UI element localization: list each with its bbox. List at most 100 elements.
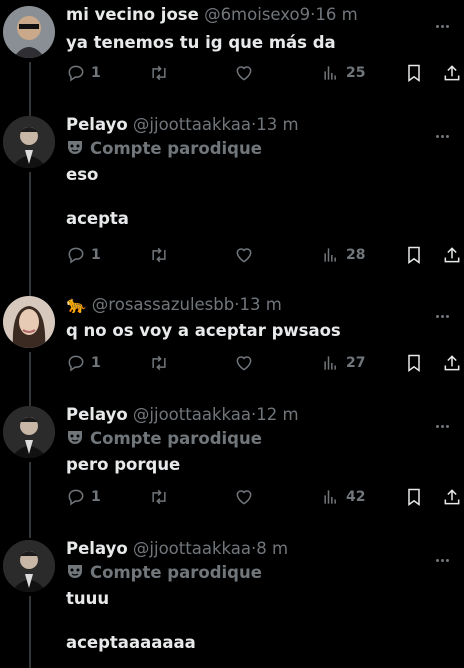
share-icon xyxy=(444,65,460,81)
more-icon[interactable] xyxy=(436,413,454,428)
user-handle[interactable]: @6moisexo9 xyxy=(204,5,310,24)
heart-icon xyxy=(236,356,252,371)
bookmark-icon xyxy=(408,246,420,264)
tweet-text: eso acepta xyxy=(66,165,129,228)
more-icon[interactable] xyxy=(436,547,454,562)
bookmark-button[interactable] xyxy=(404,62,424,84)
avatar[interactable] xyxy=(3,6,55,58)
tweet-text: tuuu aceptaaaaaaa xyxy=(66,589,196,652)
tweet-actions: 1 25 xyxy=(66,62,464,84)
more-icon[interactable] xyxy=(436,13,454,28)
tweet-header: 🐆 @rosassazulesbb·13 m xyxy=(66,294,282,316)
like-button[interactable] xyxy=(234,352,254,374)
user-handle[interactable]: @jjoottaakkaa xyxy=(133,115,251,134)
views-count: 27 xyxy=(346,355,366,371)
bookmark-button[interactable] xyxy=(404,486,424,508)
share-button[interactable] xyxy=(442,62,462,84)
bookmark-button[interactable] xyxy=(404,352,424,374)
tweet[interactable]: Pelayo @jjoottaakkaa·13 m Compte parodiq… xyxy=(0,110,464,290)
tweet[interactable]: 🐆 @rosassazulesbb·13 m q no os voy a ace… xyxy=(0,290,464,400)
display-name[interactable]: Pelayo xyxy=(66,115,128,134)
display-name[interactable]: Pelayo xyxy=(66,539,128,558)
views-button[interactable]: 42 xyxy=(321,486,365,508)
parody-text: Compte parodique xyxy=(90,139,262,158)
avatar[interactable] xyxy=(3,116,55,168)
parody-label: Compte parodique xyxy=(66,428,262,450)
retweet-button[interactable] xyxy=(149,244,169,266)
views-count: 28 xyxy=(346,247,366,263)
reply-button[interactable]: 1 xyxy=(66,486,101,508)
more-icon[interactable] xyxy=(436,303,454,318)
views-count: 42 xyxy=(346,489,366,505)
more-icon[interactable] xyxy=(436,123,454,138)
avatar[interactable] xyxy=(3,296,55,348)
tweet[interactable]: mi vecino jose @6moisexo9·16 m ya tenemo… xyxy=(0,0,464,110)
views-icon xyxy=(324,66,336,80)
views-button[interactable]: 25 xyxy=(321,62,365,84)
tweet-text: q no os voy a aceptar pwsaos xyxy=(66,321,341,340)
like-button[interactable] xyxy=(234,244,254,266)
views-icon xyxy=(324,490,336,504)
display-name[interactable]: 🐆 xyxy=(66,295,87,314)
retweet-button[interactable] xyxy=(149,62,169,84)
tweet[interactable]: Pelayo @jjoottaakkaa·12 m Compte parodiq… xyxy=(0,400,464,534)
reply-icon xyxy=(68,355,84,372)
reply-icon xyxy=(68,65,84,82)
reply-button[interactable]: 1 xyxy=(66,244,101,266)
reply-count: 1 xyxy=(91,355,101,371)
reply-icon xyxy=(68,489,84,506)
heart-icon xyxy=(236,490,252,505)
tweet[interactable]: Pelayo @jjoottaakkaa·8 m Compte parodiqu… xyxy=(0,534,464,668)
like-button[interactable] xyxy=(234,62,254,84)
views-icon xyxy=(324,356,336,370)
share-button[interactable] xyxy=(442,244,462,266)
retweet-button[interactable] xyxy=(149,486,169,508)
share-button[interactable] xyxy=(442,352,462,374)
parody-text: Compte parodique xyxy=(90,563,262,582)
timestamp[interactable]: 12 m xyxy=(256,405,298,424)
timestamp[interactable]: 13 m xyxy=(256,115,298,134)
reply-button[interactable]: 1 xyxy=(66,62,101,84)
reply-icon xyxy=(68,247,84,264)
user-handle[interactable]: @jjoottaakkaa xyxy=(133,539,251,558)
reply-button[interactable]: 1 xyxy=(66,352,101,374)
share-button[interactable] xyxy=(442,486,462,508)
timestamp[interactable]: 16 m xyxy=(315,5,357,24)
views-button[interactable]: 27 xyxy=(321,352,365,374)
reply-count: 1 xyxy=(91,65,101,81)
like-button[interactable] xyxy=(234,486,254,508)
tweet-actions: 1 27 xyxy=(66,352,464,374)
parody-mask-icon xyxy=(68,431,82,444)
avatar[interactable] xyxy=(3,540,55,592)
retweet-icon xyxy=(152,489,166,505)
tweet-text: ya tenemos tu ig que más da xyxy=(66,33,336,52)
parody-text: Compte parodique xyxy=(90,429,262,448)
bookmark-button[interactable] xyxy=(404,244,424,266)
views-icon xyxy=(324,248,336,262)
parody-mask-icon xyxy=(68,141,82,154)
tweet-header: Pelayo @jjoottaakkaa·13 m xyxy=(66,114,299,136)
retweet-button[interactable] xyxy=(149,352,169,374)
reply-count: 1 xyxy=(91,247,101,263)
timestamp[interactable]: 8 m xyxy=(256,539,288,558)
avatar[interactable] xyxy=(3,406,55,458)
display-name[interactable]: Pelayo xyxy=(66,405,128,424)
heart-icon xyxy=(236,66,252,81)
share-icon xyxy=(444,247,460,263)
timestamp[interactable]: 13 m xyxy=(239,295,281,314)
retweet-icon xyxy=(152,65,166,81)
views-button[interactable]: 28 xyxy=(321,244,365,266)
views-count: 25 xyxy=(346,65,366,81)
user-handle[interactable]: @rosassazulesbb xyxy=(92,295,234,314)
tweet-header: Pelayo @jjoottaakkaa·8 m xyxy=(66,538,288,560)
parody-label: Compte parodique xyxy=(66,562,262,584)
retweet-icon xyxy=(152,355,166,371)
tweet-header: mi vecino jose @6moisexo9·16 m xyxy=(66,4,358,26)
reply-count: 1 xyxy=(91,489,101,505)
display-name[interactable]: mi vecino jose xyxy=(66,5,199,24)
tweet-text: pero porque xyxy=(66,455,181,474)
user-handle[interactable]: @jjoottaakkaa xyxy=(133,405,251,424)
tweet-header: Pelayo @jjoottaakkaa·12 m xyxy=(66,404,299,426)
share-icon xyxy=(444,355,460,371)
share-icon xyxy=(444,489,460,505)
